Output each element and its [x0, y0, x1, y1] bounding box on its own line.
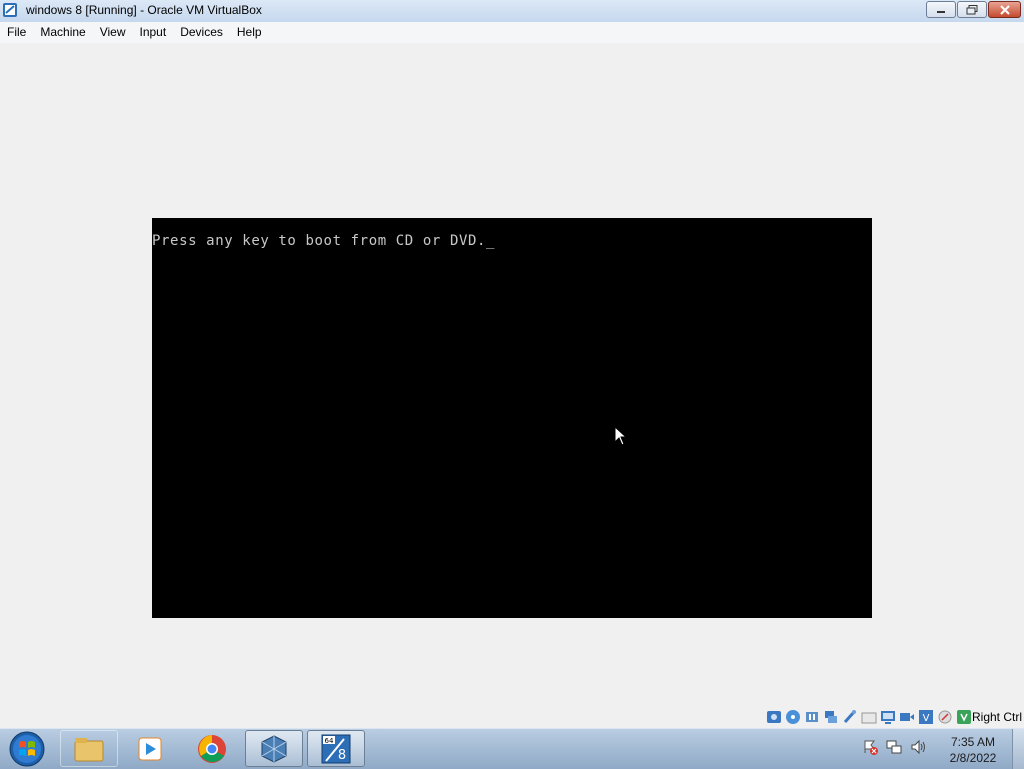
- mouse-pointer-icon: [614, 426, 628, 446]
- host-key-label[interactable]: Right Ctrl: [972, 710, 1022, 724]
- taskbar-clock[interactable]: 7:35 AM 2/8/2022: [938, 734, 1008, 766]
- media-player-icon: [138, 737, 162, 760]
- windows8-vm-icon: 64 8: [321, 734, 351, 763]
- volume-icon[interactable]: [910, 739, 926, 755]
- keyboard-icon[interactable]: [956, 709, 972, 725]
- taskbar-explorer-button[interactable]: [60, 730, 118, 767]
- menu-machine[interactable]: Machine: [33, 22, 92, 43]
- virtualbox-icon: [3, 3, 17, 17]
- taskbar-chrome-button[interactable]: [183, 730, 241, 767]
- virtualization-icon[interactable]: V: [918, 709, 934, 725]
- taskbar-virtualbox-button[interactable]: [245, 730, 303, 767]
- vm-screen[interactable]: Press any key to boot from CD or DVD._: [152, 218, 872, 618]
- taskbar-media-player-button[interactable]: [121, 730, 179, 767]
- minimize-button[interactable]: [926, 1, 956, 18]
- menu-devices[interactable]: Devices: [173, 22, 230, 43]
- svg-text:V: V: [923, 713, 930, 724]
- start-button[interactable]: [6, 731, 48, 767]
- display-icon[interactable]: [880, 709, 896, 725]
- menu-view[interactable]: View: [93, 22, 133, 43]
- virtualbox-manager-icon: [261, 734, 287, 763]
- svg-text:8: 8: [338, 748, 346, 763]
- explorer-icon: [74, 737, 104, 761]
- svg-text:64: 64: [325, 737, 334, 745]
- show-desktop-button[interactable]: [1012, 729, 1024, 769]
- vm-status-bar: V Right Ctrl: [0, 706, 1024, 728]
- mouse-integration-icon[interactable]: [937, 709, 953, 725]
- audio-icon[interactable]: [804, 709, 820, 725]
- minimize-icon: [937, 10, 945, 13]
- network-icon[interactable]: [823, 709, 839, 725]
- taskbar: 64 8 7:35 AM 2/8/2022: [0, 728, 1024, 769]
- menu-file[interactable]: File: [0, 22, 33, 43]
- menu-input[interactable]: Input: [133, 22, 174, 43]
- clock-date: 2/8/2022: [949, 751, 997, 765]
- clock-time: 7:35 AM: [950, 735, 996, 749]
- menu-bar: File Machine View Input Devices Help: [0, 22, 1024, 43]
- window-title: windows 8 [Running] - Oracle VM VirtualB…: [26, 3, 262, 17]
- close-button[interactable]: [988, 1, 1021, 18]
- chrome-icon: [198, 734, 226, 763]
- console-text: Press any key to boot from CD or DVD._: [152, 233, 496, 249]
- title-bar[interactable]: windows 8 [Running] - Oracle VM VirtualB…: [0, 0, 1024, 23]
- hard-disk-icon[interactable]: [766, 709, 782, 725]
- menu-help[interactable]: Help: [230, 22, 269, 43]
- restore-button[interactable]: [957, 1, 987, 18]
- system-tray: [862, 739, 926, 755]
- windows-start-icon: [9, 731, 45, 767]
- action-center-icon[interactable]: [862, 739, 878, 755]
- taskbar-vm-button[interactable]: 64 8: [307, 730, 365, 767]
- close-icon: [999, 4, 1010, 15]
- optical-drive-icon[interactable]: [785, 709, 801, 725]
- video-capture-icon[interactable]: [899, 709, 915, 725]
- usb-icon[interactable]: [842, 709, 858, 725]
- device-indicators: V: [766, 709, 972, 725]
- shared-folders-icon[interactable]: [861, 709, 877, 725]
- vm-display-area: Press any key to boot from CD or DVD._: [0, 43, 1024, 706]
- network-tray-icon[interactable]: [886, 739, 902, 755]
- restore-icon: [966, 4, 978, 14]
